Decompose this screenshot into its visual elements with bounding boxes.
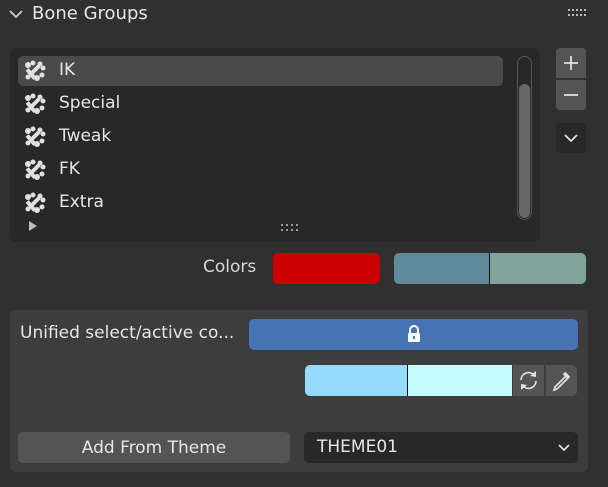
unified-colors-label: Unified select/active co... — [20, 323, 235, 343]
colors-label: Colors — [203, 257, 257, 277]
custom-select-color-picker[interactable] — [305, 365, 407, 396]
eyedropper-button[interactable] — [546, 365, 577, 396]
list-item-label: Extra — [59, 192, 104, 212]
add-from-theme-button[interactable]: Add From Theme — [18, 432, 290, 463]
custom-active-color-picker[interactable] — [408, 365, 512, 396]
normal-color-swatch[interactable] — [273, 253, 380, 284]
list-item[interactable]: Extra — [18, 188, 503, 218]
swap-colors-button[interactable] — [513, 365, 544, 396]
plus-icon — [564, 56, 578, 70]
list-item-label: Tweak — [59, 126, 112, 146]
active-color-swatch[interactable] — [490, 253, 586, 284]
list-item-label: FK — [59, 159, 80, 179]
filter-expand-arrow-icon[interactable] — [28, 220, 38, 232]
chevron-down-icon — [9, 10, 23, 19]
theme-select-dropdown[interactable]: THEME01 — [304, 432, 578, 463]
lock-icon — [408, 325, 420, 342]
list-item-label: IK — [59, 60, 76, 80]
remove-bone-group-button[interactable] — [556, 80, 586, 110]
select-color-swatch[interactable] — [394, 253, 489, 284]
list-item-label: Special — [59, 93, 121, 113]
list-resize-handle[interactable] — [280, 224, 300, 232]
add-bone-group-button[interactable] — [556, 48, 586, 78]
list-item[interactable]: Special — [18, 89, 503, 119]
scrollbar-thumb[interactable] — [519, 84, 530, 218]
bone-group-icon — [25, 126, 46, 147]
minus-icon — [564, 94, 578, 96]
theme-select-value: THEME01 — [317, 437, 398, 457]
bone-group-icon — [25, 93, 46, 114]
panel-header[interactable]: Bone Groups — [0, 0, 608, 30]
list-item[interactable]: IK — [18, 56, 503, 86]
chevron-down-icon — [564, 134, 578, 143]
panel-title: Bone Groups — [32, 3, 148, 24]
bone-group-icon — [25, 60, 46, 81]
drag-grip-icon[interactable] — [568, 9, 588, 19]
list-item[interactable]: Tweak — [18, 122, 503, 152]
bone-group-specials-menu-button[interactable] — [556, 123, 586, 153]
chevron-down-icon — [558, 444, 570, 452]
swap-icon — [520, 371, 537, 390]
bone-group-icon — [25, 159, 46, 180]
list-item[interactable]: FK — [18, 155, 503, 185]
eyedropper-icon — [552, 371, 571, 392]
bone-group-icon — [25, 192, 46, 213]
